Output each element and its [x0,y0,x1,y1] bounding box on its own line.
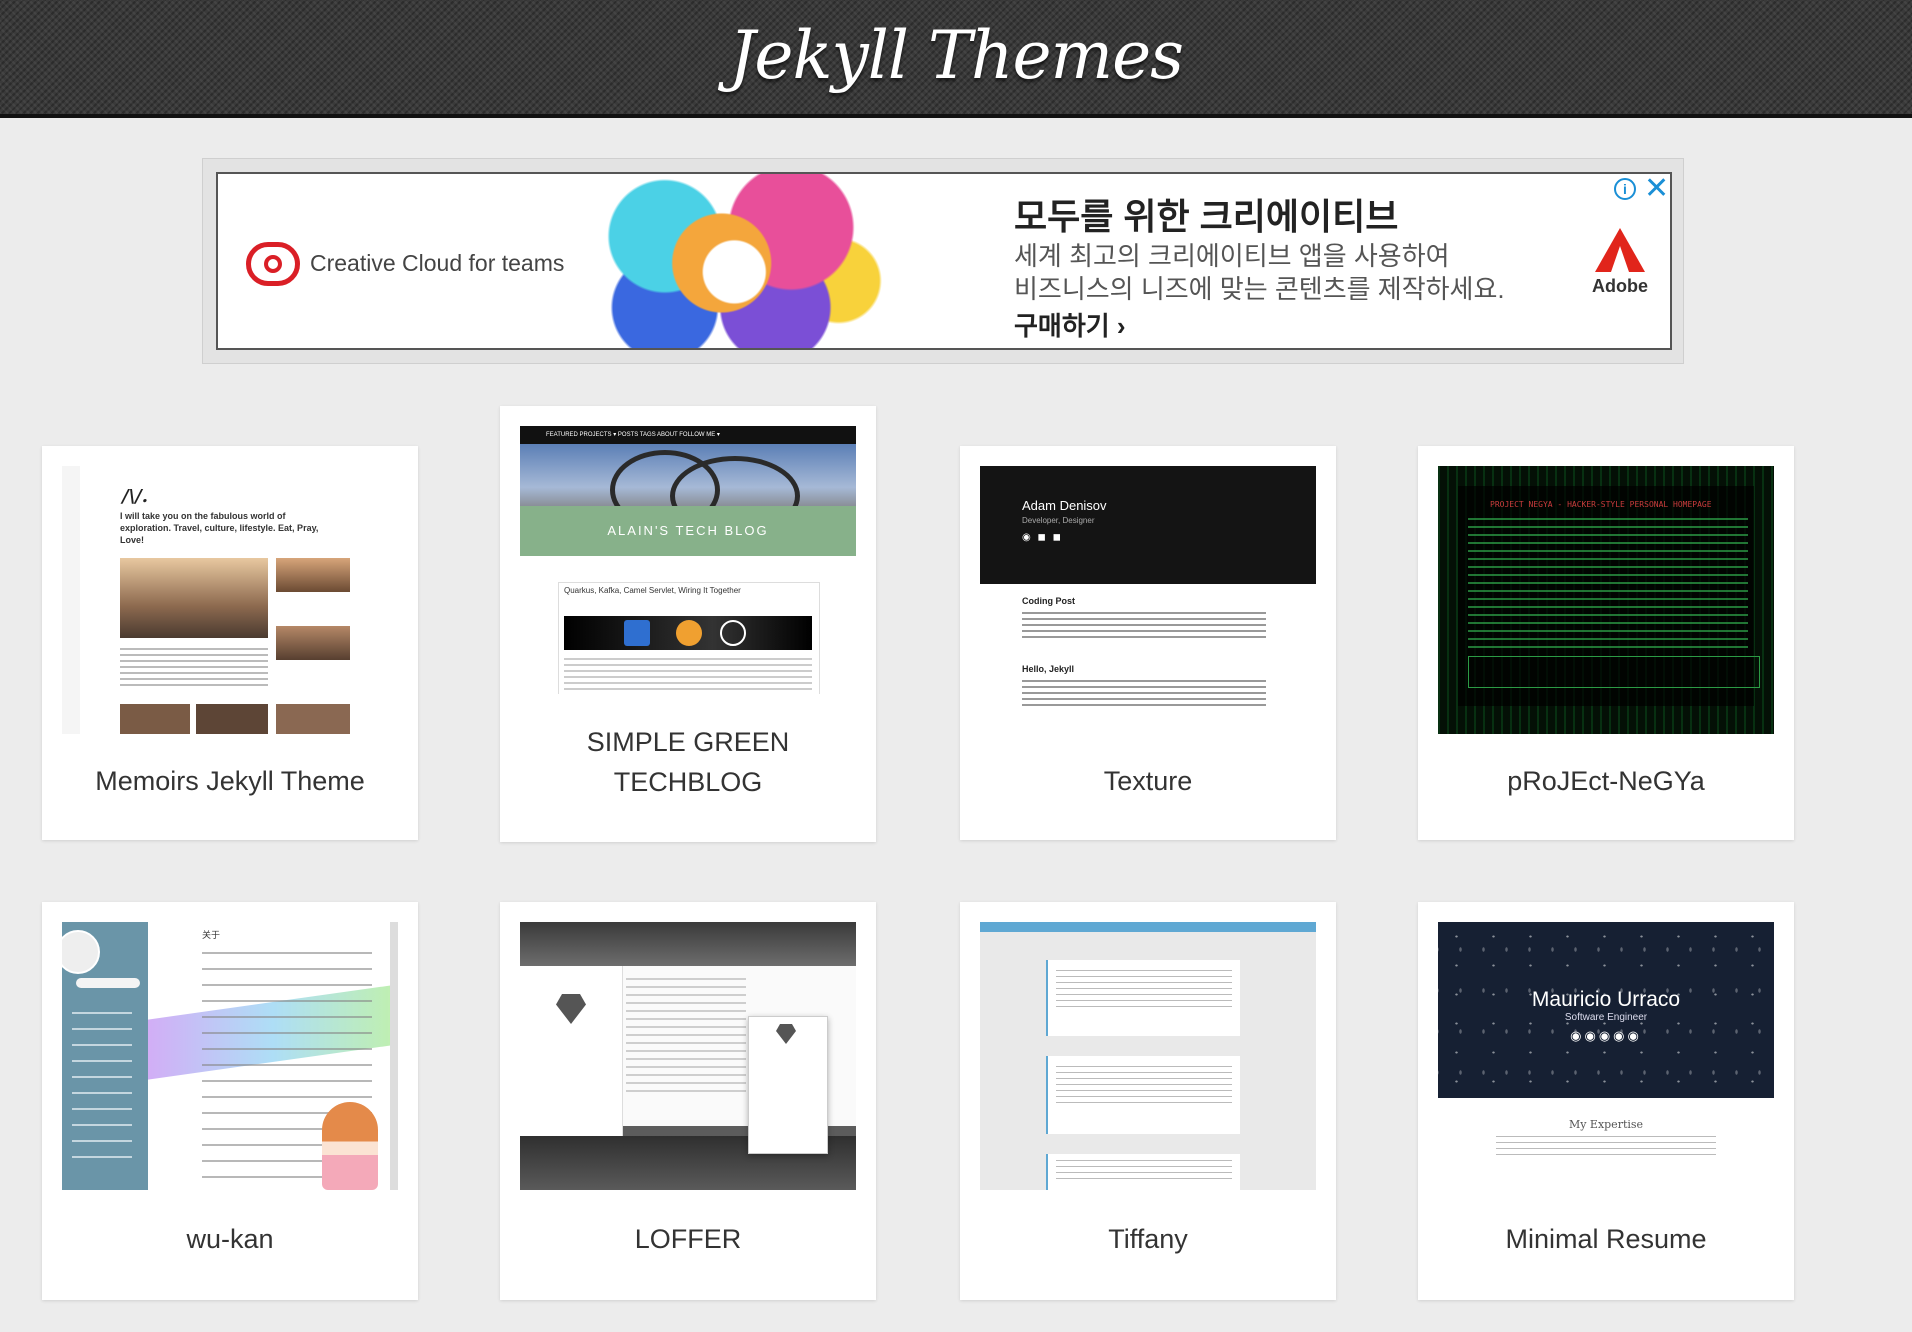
info-icon[interactable]: i [1614,178,1636,200]
thumbnail-logo: /\/. [122,486,148,507]
social-icons: ◉ ◼ ◼ [1022,532,1063,543]
theme-name[interactable]: wu-kan [42,1224,418,1255]
thumbnail-text-lines [1056,970,1232,1010]
ad-brand: Creative Cloud for teams [310,250,565,276]
camel-icon [676,620,702,646]
thumbnail-photo [196,704,268,734]
thumbnail-banner: ALAIN'S TECH BLOG [520,506,856,556]
close-icon[interactable]: ✕ [1644,174,1669,204]
thumbnail-code-block [1468,656,1760,688]
thumbnail-post-title: Coding Post [1022,596,1075,606]
thumbnail-heading: PROJECT NEGYA - HACKER-STYLE PERSONAL HO… [1490,500,1712,509]
theme-name-line: SIMPLE GREEN [586,727,790,757]
thumbnail-text-lines [1056,1160,1232,1184]
theme-name[interactable]: Tiffany [960,1224,1336,1255]
ad-headline: 모두를 위한 크리에이티브 [1014,196,1399,237]
thumbnail-nav: FEATURED PROJECTS ▾ POSTS TAGS ABOUT FOL… [520,426,856,444]
theme-thumbnail[interactable]: /\/. I will take you on the fabulous wor… [62,466,398,734]
theme-thumbnail[interactable]: Adam Denisov Developer, Designer ◉ ◼ ◼ C… [980,466,1316,734]
theme-card[interactable]: PROJECT NEGYA - HACKER-STYLE PERSONAL HO… [1418,446,1794,840]
thumbnail-photo [276,704,350,734]
thumbnail-sidebar [520,966,623,1142]
thumbnail-text-lines [1022,612,1266,642]
thumbnail-post-title: Quarkus, Kafka, Camel Servlet, Wiring It… [564,586,741,595]
theme-card[interactable]: 关于 wu-kan [42,902,418,1300]
thumbnail-hero [980,466,1316,584]
thumbnail-menu [72,1012,132,1172]
theme-thumbnail[interactable]: 关于 [62,922,398,1190]
theme-name[interactable]: Minimal Resume [1418,1224,1794,1255]
ad-body: 세계 최고의 크리에이티브 앱을 사용하여 비즈니스의 니즈에 맞는 콘텐츠를 … [1014,240,1505,306]
ad-artwork [570,174,886,348]
creative-cloud-logo-icon [246,242,300,286]
thumbnail-top [520,922,856,966]
thumbnail-intro: I will take you on the fabulous world of… [120,511,319,545]
thumbnail-post [1046,1154,1240,1190]
thumbnail-text-lines [1468,518,1748,648]
thumbnail-photo [276,626,350,660]
thumbnail-person: Mauricio Urraco [1531,988,1681,1011]
thumbnail-photo [120,558,268,638]
theme-name[interactable]: Memoirs Jekyll Theme [42,766,418,797]
thumbnail-author: Adam Denisov [1022,498,1107,513]
thumbnail-badge [76,978,140,988]
ad-cta-link[interactable]: 구매하기 › [1014,306,1126,343]
theme-name[interactable]: Texture [960,766,1336,797]
theme-card[interactable]: Tiffany [960,902,1336,1300]
theme-card[interactable]: /\/. I will take you on the fabulous wor… [42,446,418,840]
theme-thumbnail[interactable]: Mauricio Urraco Software Engineer ◉◉◉◉◉ … [1438,922,1774,1190]
theme-name[interactable]: LOFFER [500,1224,876,1255]
thumbnail-text-lines [1056,1066,1232,1106]
kafka-icon [720,620,746,646]
adobe-logo: Adobe [1590,228,1650,300]
theme-name[interactable]: pRoJEct-NeGYa [1418,766,1794,797]
theme-thumbnail[interactable]: PROJECT NEGYA - HACKER-STYLE PERSONAL HO… [1438,466,1774,734]
theme-name-line: TECHBLOG [613,767,763,797]
thumbnail-role: Software Engineer [1564,1012,1648,1023]
site-title[interactable]: Jekyll Themes [729,17,1184,94]
ad-container: Creative Cloud for teams 모두를 위한 크리에이티브 세… [202,158,1684,364]
adobe-logo-icon [1595,228,1645,272]
thumbnail-page-title: 关于 [202,930,221,940]
ad-body-line: 비즈니스의 니즈에 맞는 콘텐츠를 제작하세요. [1014,274,1505,304]
thumbnail-text-lines [1022,680,1266,710]
theme-card[interactable]: Mauricio Urraco Software Engineer ◉◉◉◉◉ … [1418,902,1794,1300]
thumbnail-post-title: Hello, Jekyll [1022,664,1075,674]
thumbnail-text-lines [1496,1136,1716,1160]
anime-mascot [322,1102,378,1190]
social-icons: ◉◉◉◉◉ [1570,1028,1642,1043]
thumbnail-post [1046,960,1240,1036]
site-header: Jekyll Themes [0,0,1912,118]
thumbnail-photo [276,558,350,592]
theme-thumbnail[interactable]: FEATURED PROJECTS ▾ POSTS TAGS ABOUT FOL… [520,426,856,694]
theme-thumbnail[interactable] [520,922,856,1190]
ad-banner[interactable]: Creative Cloud for teams 모두를 위한 크리에이티브 세… [216,172,1672,350]
thumbnail-text-lines [120,648,268,688]
theme-card[interactable]: LOFFER [500,902,876,1300]
thumbnail-photo [120,704,190,734]
theme-name[interactable]: SIMPLE GREEN TECHBLOG [500,722,876,802]
adobe-label: Adobe [1592,276,1648,296]
thumbnail-scrollbar [390,922,398,1190]
theme-card[interactable]: FEATURED PROJECTS ▾ POSTS TAGS ABOUT FOL… [500,406,876,842]
thumbnail-post [1046,1056,1240,1134]
thumbnail-section-title: My Expertise [1568,1118,1644,1131]
thumbnail-role: Developer, Designer [1022,516,1095,525]
theme-thumbnail[interactable] [980,922,1316,1190]
theme-card[interactable]: Adam Denisov Developer, Designer ◉ ◼ ◼ C… [960,446,1336,840]
ad-body-line: 세계 최고의 크리에이티브 앱을 사용하여 [1014,241,1450,271]
thumbnail-navbar [980,922,1316,932]
thumbnail-text-lines [626,978,746,1098]
thumbnail-text-lines [564,658,812,692]
quarkus-icon [624,620,650,646]
